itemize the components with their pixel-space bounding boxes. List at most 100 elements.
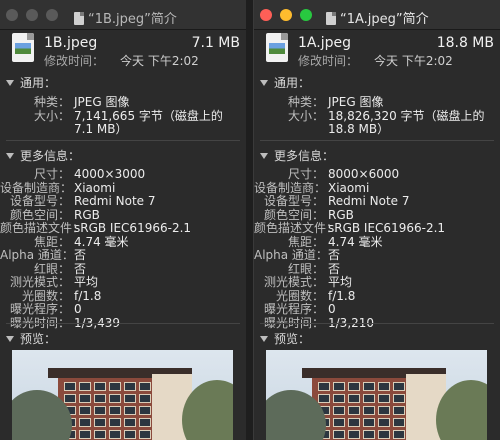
info-value: sRGB IEC61966-2.1 [74, 221, 192, 235]
info-key: 红眼： [287, 261, 324, 276]
info-key: 焦距： [287, 234, 324, 249]
info-value: 18,826,320 字节（磁盘上的 [328, 108, 485, 123]
jpeg-file-icon [266, 33, 288, 62]
disclosure-triangle-icon [6, 80, 14, 86]
more-info-header: 更多信息： [20, 149, 81, 163]
disclosure-triangle-icon [6, 336, 14, 342]
info-value: 0 [328, 302, 336, 316]
info-key: 设备型号： [9, 194, 70, 208]
info-value: JPEG 图像 [74, 95, 130, 109]
info-key: 设备型号： [263, 194, 324, 208]
info-value: 平均 [74, 275, 99, 289]
info-value: 0 [74, 302, 82, 316]
info-key: 测光模式： [9, 275, 70, 289]
general-section-toggle[interactable]: 通用： [6, 74, 56, 91]
minimize-button[interactable] [26, 9, 38, 21]
divider [6, 323, 240, 324]
window-title: “1A.jpeg”简介 [326, 8, 429, 27]
info-value: Xiaomi [328, 180, 370, 195]
more-info-header: 更多信息： [274, 149, 335, 163]
more-info-section-toggle[interactable]: 更多信息： [260, 147, 334, 164]
info-key: 测光模式： [263, 275, 324, 289]
modified-label: 修改时间： [44, 54, 105, 68]
info-key: 颜色描述文件： [0, 221, 85, 235]
info-value: 否 [74, 261, 87, 276]
more-info-section-toggle[interactable]: 更多信息： [6, 147, 80, 164]
info-key: 红眼： [33, 261, 70, 276]
info-key: 颜色描述文件： [254, 221, 339, 235]
window-title-text: “1A.jpeg”简介 [340, 12, 429, 27]
info-value: RGB [328, 207, 354, 222]
close-button[interactable] [6, 9, 18, 21]
disclosure-triangle-icon [260, 336, 268, 342]
info-key: 颜色空间： [9, 207, 70, 222]
modified-label: 修改时间： [298, 54, 359, 68]
info-value: 4.74 毫米 [328, 234, 383, 249]
info-window-1a: “1A.jpeg”简介 1A.jpeg 18.8 MB 修改时间： 今天 下午2:… [253, 0, 500, 440]
info-value: 4000×3000 [74, 167, 146, 181]
window-title-text: “1B.jpeg”简介 [88, 12, 177, 27]
info-value: 7.1 MB） [74, 122, 128, 136]
info-value: 8000×6000 [328, 167, 400, 181]
info-key: 设备制造商： [0, 180, 73, 195]
modified-line: 修改时间： 今天 下午2:02 [298, 52, 453, 69]
disclosure-triangle-icon [6, 153, 14, 159]
info-key: 焦距： [33, 234, 70, 249]
file-size: 18.8 MB [436, 35, 494, 51]
info-value: f/1.8 [328, 288, 356, 303]
title-bar[interactable]: “1B.jpeg”简介 [0, 0, 246, 30]
info-value: 平均 [328, 275, 353, 289]
image-preview [266, 350, 487, 440]
modified-value: 今天 下午2:02 [120, 54, 199, 68]
info-value: 4.74 毫米 [74, 234, 129, 249]
zoom-button[interactable] [46, 9, 58, 21]
general-section-toggle[interactable]: 通用： [260, 74, 310, 91]
image-preview [12, 350, 233, 440]
info-key: 光圈数： [21, 288, 70, 303]
disclosure-triangle-icon [260, 80, 268, 86]
info-value: Redmi Note 7 [328, 194, 410, 208]
general-header: 通用： [274, 76, 311, 90]
info-key: 大小： [287, 108, 324, 123]
window-title: “1B.jpeg”简介 [74, 8, 177, 27]
info-key: 尺寸： [33, 167, 70, 181]
info-value: sRGB IEC61966-2.1 [328, 221, 446, 235]
jpeg-file-icon [12, 33, 34, 62]
info-value: 18.8 MB） [328, 122, 390, 136]
info-value: RGB [74, 207, 100, 222]
preview-header: 预览： [274, 332, 311, 346]
preview-section-toggle[interactable]: 预览： [260, 330, 310, 347]
file-name: 1B.jpeg [44, 35, 98, 51]
info-key: 设备制造商： [254, 180, 327, 195]
info-value: 7,141,665 字节（磁盘上的 [74, 108, 223, 123]
document-icon [74, 12, 84, 25]
info-key: 尺寸： [287, 167, 324, 181]
info-key: 光圈数： [275, 288, 324, 303]
info-window-1b: “1B.jpeg”简介 1B.jpeg 7.1 MB 修改时间： 今天 下午2:0… [0, 0, 246, 440]
divider [6, 140, 240, 141]
disclosure-triangle-icon [260, 153, 268, 159]
info-key: 颜色空间： [263, 207, 324, 222]
info-key: 曝光程序： [9, 302, 70, 316]
info-value: Xiaomi [74, 180, 116, 195]
info-key: 曝光程序： [263, 302, 324, 316]
file-name: 1A.jpeg [298, 35, 351, 51]
modified-value: 今天 下午2:02 [374, 54, 453, 68]
general-header: 通用： [20, 76, 57, 90]
info-value: 否 [328, 248, 341, 262]
info-key: Alpha 通道： [254, 248, 328, 262]
modified-line: 修改时间： 今天 下午2:02 [44, 52, 199, 69]
divider [260, 323, 494, 324]
info-value: Redmi Note 7 [74, 194, 156, 208]
preview-section-toggle[interactable]: 预览： [6, 330, 56, 347]
zoom-button[interactable] [300, 9, 312, 21]
close-button[interactable] [260, 9, 272, 21]
file-size: 7.1 MB [191, 35, 240, 51]
preview-header: 预览： [20, 332, 57, 346]
info-value: 否 [74, 248, 87, 262]
info-key: 大小： [33, 108, 70, 123]
info-key: 种类： [287, 95, 324, 109]
divider [260, 140, 494, 141]
title-bar[interactable]: “1A.jpeg”简介 [254, 0, 500, 30]
minimize-button[interactable] [280, 9, 292, 21]
